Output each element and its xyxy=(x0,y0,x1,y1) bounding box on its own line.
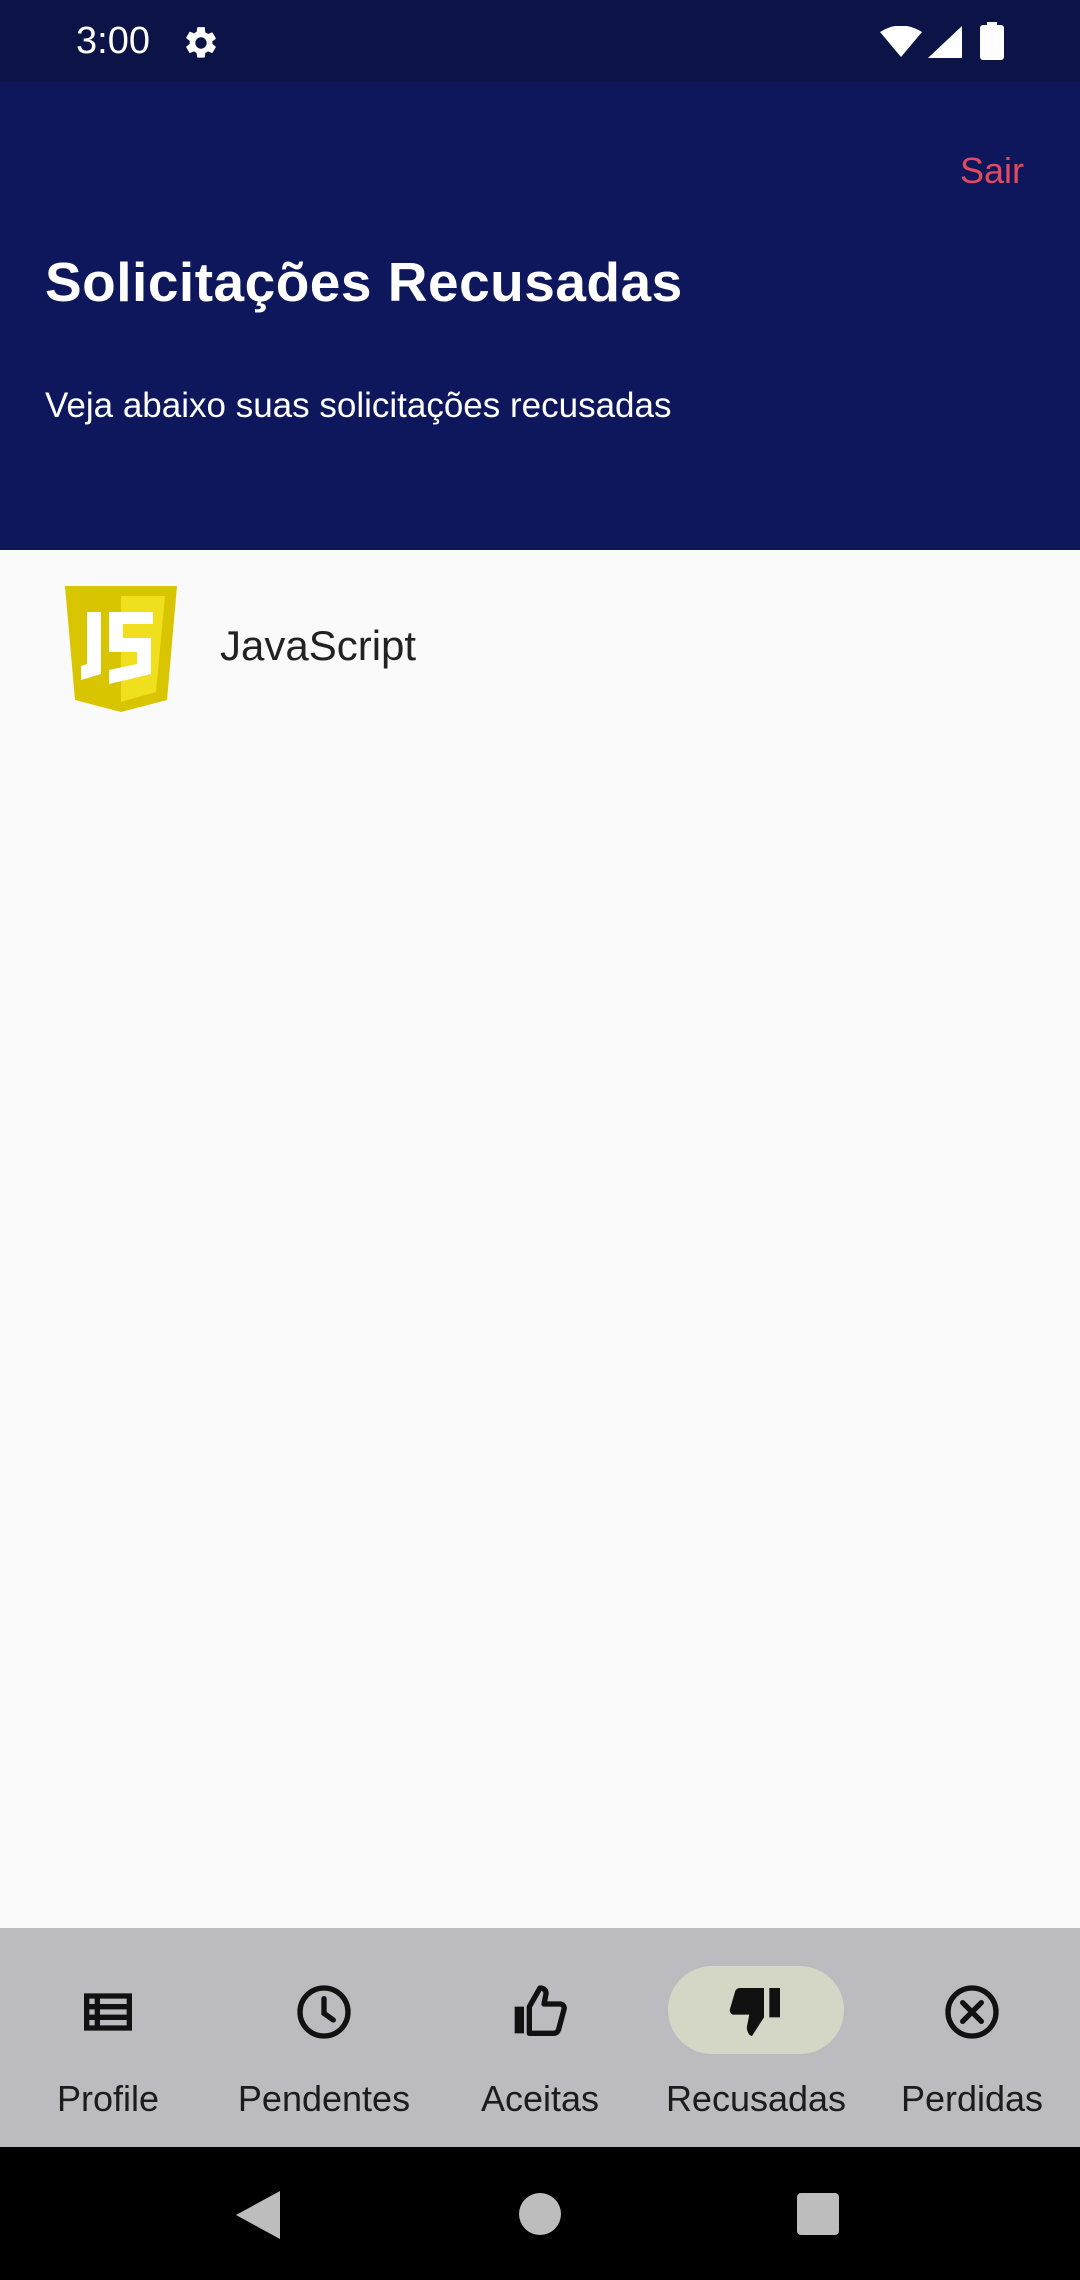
signal-icon xyxy=(928,26,962,58)
nav-item-profile[interactable]: Profile xyxy=(0,1928,216,2147)
nav-icon-container xyxy=(20,1966,196,2054)
nav-item-recusadas[interactable]: Recusadas xyxy=(648,1928,864,2147)
system-navigation-bar xyxy=(0,2147,1080,2280)
page-title: Solicitações Recusadas xyxy=(45,251,683,313)
app-header: Sair Solicitações Recusadas Veja abaixo … xyxy=(0,82,1080,550)
gear-icon xyxy=(186,27,216,58)
recents-icon[interactable] xyxy=(797,2193,839,2235)
javascript-logo-icon xyxy=(65,586,177,712)
nav-item-aceitas[interactable]: Aceitas xyxy=(432,1928,648,2147)
refused-requests-list: JavaScript xyxy=(0,550,1080,1928)
list-item-label: JavaScript xyxy=(220,622,417,669)
thumbs-up-icon xyxy=(514,1985,567,2036)
bottom-navigation: Profile Pendentes Aceitas Recusadas Perd… xyxy=(0,1928,1080,2147)
logout-button[interactable]: Sair xyxy=(960,150,1024,192)
list-icon xyxy=(84,1993,132,2031)
nav-label-profile: Profile xyxy=(56,2078,160,2119)
nav-label-recusadas: Recusadas xyxy=(665,2078,847,2119)
status-time: 3:00 xyxy=(76,20,150,62)
nav-icon-container-active xyxy=(668,1966,844,2054)
clock-icon xyxy=(297,1985,351,2039)
home-icon[interactable] xyxy=(519,2193,561,2235)
list-item[interactable]: JavaScript xyxy=(0,550,1080,746)
nav-icon-container xyxy=(452,1966,628,2054)
back-icon[interactable] xyxy=(236,2191,280,2239)
nav-label-perdidas: Perdidas xyxy=(900,2078,1044,2119)
nav-icon-container xyxy=(236,1966,412,2054)
cancel-circle-icon xyxy=(945,1985,999,2039)
thumbs-down-icon xyxy=(729,1988,780,2036)
nav-item-perdidas[interactable]: Perdidas xyxy=(864,1928,1080,2147)
nav-icon-container xyxy=(884,1966,1060,2054)
status-bar: 3:00 xyxy=(0,0,1080,82)
nav-label-aceitas: Aceitas xyxy=(480,2078,600,2119)
nav-item-pendentes[interactable]: Pendentes xyxy=(216,1928,432,2147)
wifi-icon xyxy=(880,26,922,57)
nav-label-pendentes: Pendentes xyxy=(237,2078,411,2119)
battery-icon xyxy=(980,22,1004,60)
page-subtitle: Veja abaixo suas solicitações recusadas xyxy=(45,386,672,425)
